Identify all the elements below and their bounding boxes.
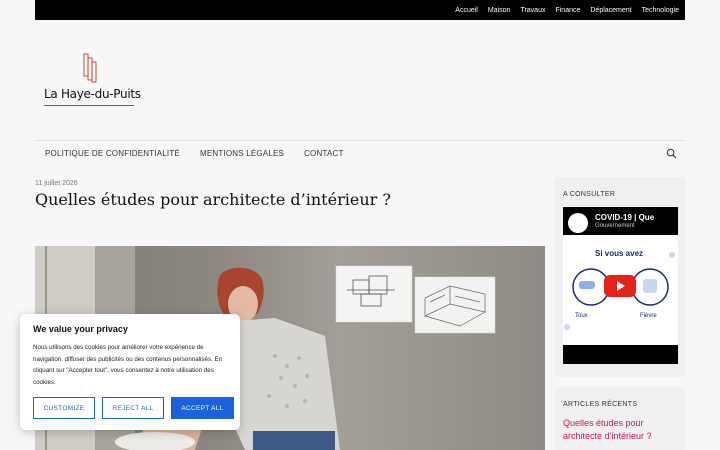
nav-link-contact[interactable]: CONTACT <box>304 149 343 158</box>
channel-avatar <box>568 213 588 233</box>
top-navigation-bar: Accueil Maison Travaux Finance Déplaceme… <box>35 0 685 20</box>
post-title: Quelles études pour architecte d’intérie… <box>35 190 391 209</box>
customize-button[interactable]: CUSTOMIZE <box>33 397 95 419</box>
topnav-link-accueil[interactable]: Accueil <box>455 7 478 14</box>
embedded-video[interactable]: COVID-19 | Que Gouvernement Si vous avez… <box>563 207 678 364</box>
cookie-actions: CUSTOMIZE REJECT ALL ACCEPT ALL <box>33 397 234 419</box>
accept-all-button[interactable]: ACCEPT ALL <box>171 397 234 419</box>
topnav-link-deplacement[interactable]: Déplacement <box>590 7 631 14</box>
nav-link-legal-notice[interactable]: MENTIONS LÉGALES <box>200 149 284 158</box>
search-icon[interactable] <box>666 148 677 159</box>
reject-all-button[interactable]: REJECT ALL <box>102 397 164 419</box>
nav-link-privacy-policy[interactable]: POLITIQUE DE CONFIDENTIALITÉ <box>45 149 180 158</box>
widget-title-recent: ARTICLES RÉCENTS <box>563 401 638 408</box>
nav-divider <box>35 140 685 141</box>
video-label-fever: Fièvre <box>640 313 657 319</box>
topnav-link-finance[interactable]: Finance <box>555 7 580 14</box>
topnav-link-maison[interactable]: Maison <box>488 7 511 14</box>
logo-underline <box>44 105 134 106</box>
video-thumbnail: Si vous avez Toux Fièvre <box>563 235 678 345</box>
logo-mark-icon <box>83 53 97 83</box>
post-date: 11 juillet 2026 <box>35 180 78 187</box>
sidebar-widget-consult: A CONSULTER COVID-19 | Que Gouvernement … <box>555 177 685 377</box>
topnav-link-travaux[interactable]: Travaux <box>520 7 545 14</box>
recent-article-link[interactable]: Quelles études pour architecte d’intérie… <box>563 417 683 443</box>
youtube-play-button[interactable] <box>604 275 636 297</box>
play-icon <box>617 281 625 291</box>
cookie-consent-banner: We value your privacy Nous utilisons des… <box>20 314 240 430</box>
video-label-cough: Toux <box>575 313 588 319</box>
cookie-title: We value your privacy <box>33 324 128 334</box>
topnav-link-technologie[interactable]: Technologie <box>642 7 679 14</box>
site-logo[interactable]: La Haye-du-Puits <box>44 52 144 112</box>
sidebar-widget-recent: ARTICLES RÉCENTS Quelles études pour arc… <box>555 387 685 450</box>
video-channel: Gouvernement <box>595 223 635 229</box>
cookie-text: Nous utilisons des cookies pour améliore… <box>33 344 223 386</box>
site-name: La Haye-du-Puits <box>44 87 141 101</box>
widget-title-consult: A CONSULTER <box>563 191 616 198</box>
video-title: COVID-19 | Que <box>595 213 655 222</box>
main-navigation: POLITIQUE DE CONFIDENTIALITÉ MENTIONS LÉ… <box>45 149 344 158</box>
